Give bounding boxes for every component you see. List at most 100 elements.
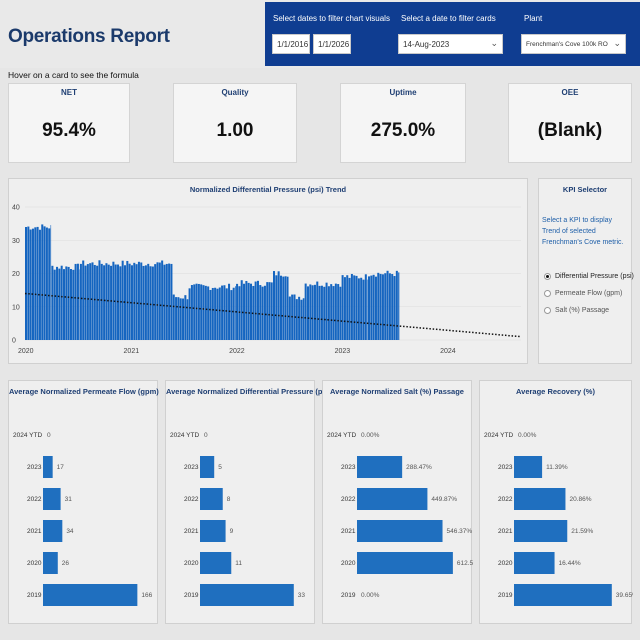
- trend-bar[interactable]: [86, 264, 89, 340]
- trend-bar[interactable]: [334, 283, 337, 340]
- trend-bar[interactable]: [323, 286, 326, 340]
- trend-bar[interactable]: [370, 275, 373, 340]
- end-date-input[interactable]: 1/1/2026: [313, 34, 351, 54]
- trend-bar[interactable]: [207, 286, 210, 340]
- trend-bar[interactable]: [186, 299, 189, 340]
- trend-bar[interactable]: [337, 284, 340, 340]
- trend-bar[interactable]: [38, 229, 41, 340]
- trend-bar[interactable]: [58, 268, 61, 340]
- trend-bar[interactable]: [84, 265, 87, 340]
- trend-bar[interactable]: [133, 262, 136, 340]
- trend-bar[interactable]: [216, 288, 219, 340]
- trend-bar[interactable]: [89, 263, 92, 340]
- bar[interactable]: [357, 456, 403, 478]
- trend-bar[interactable]: [69, 269, 72, 340]
- trend-bar[interactable]: [36, 226, 39, 340]
- bar[interactable]: [43, 520, 63, 542]
- trend-bar[interactable]: [304, 283, 307, 340]
- trend-bar[interactable]: [193, 284, 196, 340]
- trend-bar[interactable]: [313, 284, 316, 340]
- trend-bar[interactable]: [121, 260, 124, 340]
- trend-bar[interactable]: [158, 262, 161, 340]
- trend-bar[interactable]: [142, 265, 145, 340]
- bar[interactable]: [357, 552, 453, 574]
- trend-bar[interactable]: [72, 269, 75, 340]
- trend-bar[interactable]: [381, 274, 384, 340]
- card-date-dropdown[interactable]: 14-Aug-2023 ⌄: [398, 34, 503, 54]
- trend-bar[interactable]: [175, 297, 178, 340]
- trend-bar[interactable]: [182, 298, 185, 340]
- trend-bar[interactable]: [184, 295, 187, 340]
- trend-bar[interactable]: [395, 270, 398, 340]
- trend-bar[interactable]: [238, 286, 241, 340]
- trend-bar[interactable]: [105, 263, 108, 340]
- trend-bar[interactable]: [245, 280, 248, 340]
- trend-bar[interactable]: [249, 283, 253, 340]
- trend-bar[interactable]: [311, 285, 314, 340]
- trend-bar[interactable]: [309, 284, 312, 340]
- trend-bar[interactable]: [91, 262, 94, 340]
- trend-bar[interactable]: [259, 285, 262, 340]
- trend-bar[interactable]: [43, 226, 46, 340]
- trend-bar[interactable]: [330, 284, 333, 340]
- trend-bar[interactable]: [149, 266, 152, 340]
- card-net[interactable]: NET 95.4%: [8, 83, 130, 163]
- trend-bar[interactable]: [355, 275, 358, 340]
- trend-bar[interactable]: [391, 274, 394, 340]
- trend-bar[interactable]: [110, 265, 113, 340]
- trend-bar[interactable]: [62, 269, 66, 340]
- bar[interactable]: [357, 520, 443, 542]
- trend-bar[interactable]: [163, 264, 166, 340]
- trend-bar[interactable]: [214, 287, 217, 340]
- trend-bar[interactable]: [282, 276, 285, 340]
- trend-bar[interactable]: [74, 263, 77, 340]
- trend-bar[interactable]: [154, 264, 157, 340]
- trend-bar[interactable]: [172, 294, 175, 340]
- trend-bar[interactable]: [360, 277, 363, 340]
- trend-bar[interactable]: [384, 273, 387, 340]
- bar[interactable]: [514, 520, 568, 542]
- trend-bar[interactable]: [53, 269, 56, 340]
- trend-bar[interactable]: [50, 225, 52, 340]
- trend-bar[interactable]: [279, 275, 282, 340]
- bar[interactable]: [200, 584, 294, 606]
- trend-bar[interactable]: [277, 271, 280, 340]
- trend-bar[interactable]: [225, 288, 228, 340]
- radio-salt-passage[interactable]: Salt (%) Passage: [544, 307, 609, 314]
- bar[interactable]: [43, 584, 138, 606]
- trend-bar[interactable]: [275, 275, 278, 340]
- trend-bar[interactable]: [270, 282, 273, 340]
- trend-bar[interactable]: [318, 285, 321, 340]
- bar[interactable]: [200, 456, 215, 478]
- trend-bar[interactable]: [197, 283, 200, 340]
- bar[interactable]: [514, 584, 612, 606]
- trend-bar[interactable]: [256, 280, 259, 340]
- trend-bar[interactable]: [298, 296, 301, 340]
- trend-bar[interactable]: [357, 278, 360, 340]
- trend-bar[interactable]: [372, 274, 375, 340]
- trend-bar[interactable]: [79, 263, 82, 340]
- trend-bar[interactable]: [364, 274, 367, 340]
- trend-bar[interactable]: [82, 260, 85, 340]
- trend-bar[interactable]: [374, 276, 377, 340]
- trend-bar[interactable]: [353, 275, 356, 340]
- trend-bar[interactable]: [51, 265, 54, 340]
- trend-bar[interactable]: [135, 264, 138, 340]
- plant-dropdown[interactable]: Frenchman's Cove 100k RO ⌄: [521, 34, 626, 54]
- trend-bar[interactable]: [188, 288, 191, 340]
- trend-bar[interactable]: [179, 298, 182, 340]
- trend-bar[interactable]: [168, 263, 171, 340]
- trend-bar[interactable]: [107, 264, 110, 340]
- trend-bar[interactable]: [177, 297, 180, 340]
- trend-bar[interactable]: [348, 277, 351, 340]
- trend-bar[interactable]: [386, 270, 389, 340]
- trend-bar[interactable]: [128, 263, 131, 340]
- trend-bar[interactable]: [56, 266, 59, 340]
- trend-bar[interactable]: [343, 277, 346, 340]
- trend-bar[interactable]: [261, 286, 264, 340]
- trend-bar[interactable]: [67, 266, 70, 340]
- trend-bar[interactable]: [398, 272, 400, 340]
- trend-bar[interactable]: [29, 229, 32, 340]
- trend-bar[interactable]: [339, 286, 342, 340]
- trend-bar[interactable]: [235, 286, 236, 340]
